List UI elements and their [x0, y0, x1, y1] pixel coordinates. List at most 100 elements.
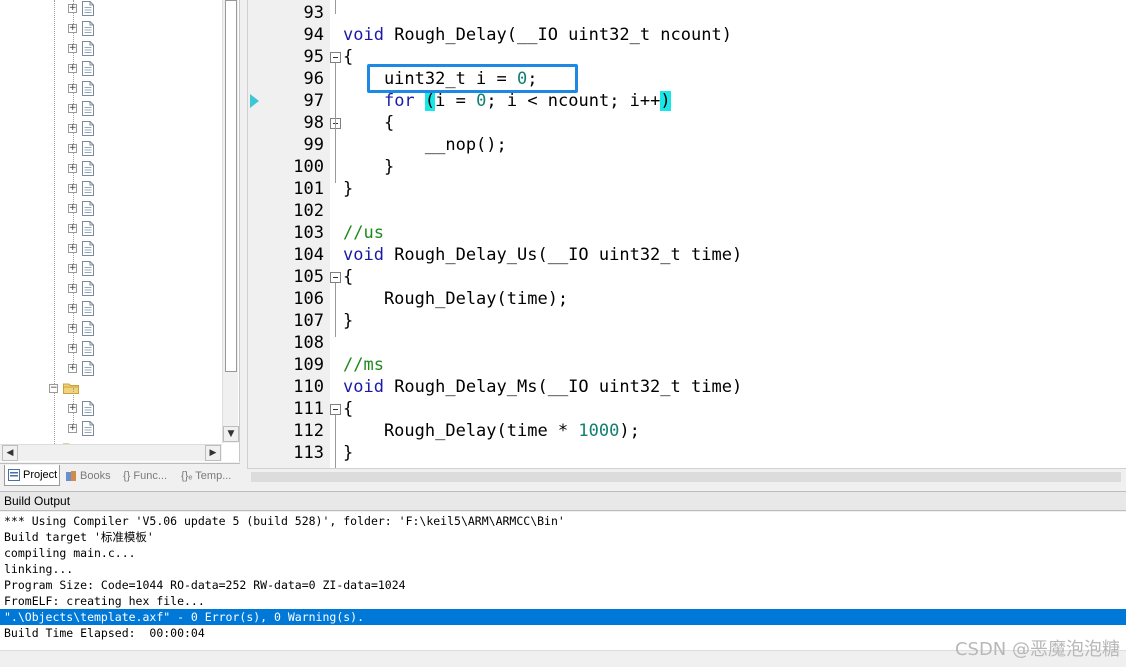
expand-icon[interactable]: + [68, 223, 77, 233]
code-text: } [343, 178, 353, 200]
line-number: 93 [303, 3, 324, 23]
scroll-right-icon[interactable]: ▶ [205, 445, 221, 461]
tree-vertical-scrollbar[interactable]: ▼ [222, 0, 239, 443]
code-line[interactable]: 108 [248, 332, 1126, 354]
code-line[interactable]: 105 { [248, 266, 1126, 288]
code-line[interactable]: 109 //ms [248, 354, 1126, 376]
code-line[interactable]: 100 } [248, 156, 1126, 178]
build-output-line[interactable]: linking... [0, 561, 1126, 577]
expand-icon[interactable]: + [68, 323, 77, 333]
code-line[interactable]: 104 void Rough_Delay_Us(__IO uint32_t tim… [248, 244, 1126, 266]
tree-file-item[interactable]: + [68, 178, 100, 198]
expand-icon[interactable]: + [68, 343, 77, 353]
tree-file-item[interactable]: + [68, 98, 100, 118]
c-file-icon [82, 220, 94, 236]
build-output-line[interactable]: compiling main.c... [0, 545, 1126, 561]
tree-file-item[interactable]: + [68, 78, 100, 98]
expand-icon[interactable]: + [68, 63, 77, 73]
tree-file-item[interactable]: + [68, 318, 100, 338]
tree-file-item[interactable]: + [68, 198, 100, 218]
tree-file-item[interactable]: + [68, 338, 100, 358]
scroll-left-icon[interactable]: ◀ [2, 445, 18, 461]
tree-file-item[interactable]: + [68, 118, 100, 138]
tree-file-item[interactable]: + [68, 358, 100, 378]
expand-icon[interactable]: + [68, 283, 77, 293]
fold-collapse-icon[interactable] [330, 52, 341, 63]
code-line[interactable]: 113} [248, 442, 1126, 464]
build-output-line[interactable]: FromELF: creating hex file... [0, 593, 1126, 609]
code-line[interactable]: 101} [248, 178, 1126, 200]
fold-guide [335, 63, 336, 183]
tree-file-item[interactable]: + [68, 218, 100, 238]
code-line[interactable]: 112 Rough_Delay(time * 1000); [248, 420, 1126, 442]
expand-icon[interactable]: + [68, 183, 77, 193]
code-line[interactable]: 103 //us [248, 222, 1126, 244]
code-line[interactable]: 98 { [248, 112, 1126, 134]
c-file-icon [82, 120, 94, 136]
collapse-icon[interactable]: − [49, 383, 58, 393]
expand-icon[interactable]: + [68, 123, 77, 133]
line-number: 95 [303, 47, 324, 67]
code-token: { [343, 47, 354, 67]
c-file-icon [82, 280, 94, 296]
tree-horizontal-scrollbar[interactable]: ◀ ▶ [0, 444, 222, 461]
build-output-line[interactable]: Program Size: Code=1044 RO-data=252 RW-d… [0, 577, 1126, 593]
expand-icon[interactable]: + [68, 103, 77, 113]
code-line[interactable]: 107} [248, 310, 1126, 332]
tree-file-item[interactable]: + [68, 158, 100, 178]
tree-file-item[interactable]: + [68, 18, 100, 38]
editor-horizontal-scrollbar[interactable] [247, 468, 1126, 485]
code-token: { [343, 267, 354, 287]
fold-collapse-icon[interactable] [330, 404, 341, 415]
code-line[interactable]: 106 Rough_Delay(time); [248, 288, 1126, 310]
expand-icon[interactable]: + [68, 3, 77, 13]
tree-file-item[interactable]: + [68, 238, 100, 258]
code-line[interactable]: 93 [248, 2, 1126, 24]
build-output-line[interactable]: Build target '标准模板' [0, 529, 1126, 545]
expand-icon[interactable]: + [68, 263, 77, 273]
expand-icon[interactable]: + [68, 303, 77, 313]
tree-file-item[interactable]: + [68, 258, 100, 278]
tree-file-item[interactable]: + [68, 418, 100, 438]
tab-templates-label: {}ₑ Temp... [181, 469, 232, 482]
expand-icon[interactable]: + [68, 243, 77, 253]
code-text: { [343, 398, 353, 420]
tree-file-item[interactable]: + [68, 138, 100, 158]
build-output-line[interactable]: *** Using Compiler 'V5.06 update 5 (buil… [0, 513, 1126, 529]
code-line[interactable]: 94 void Rough_Delay(__IO uint32_t ncount) [248, 24, 1126, 46]
code-token: Rough_Delay(time); [343, 289, 569, 309]
line-number: 98 [303, 113, 324, 133]
expand-icon[interactable]: + [68, 83, 77, 93]
expand-icon[interactable]: + [68, 423, 77, 433]
tab-project[interactable]: Project [4, 465, 60, 486]
expand-icon[interactable]: + [68, 143, 77, 153]
tree-file-item[interactable]: + [68, 398, 100, 418]
tab-functions[interactable]: {} Func... [120, 465, 176, 486]
expand-icon[interactable]: + [68, 403, 77, 413]
tree-file-item[interactable]: + [68, 0, 100, 18]
tree-file-item[interactable]: + [68, 298, 100, 318]
tree-file-item[interactable]: + [68, 278, 100, 298]
code-line[interactable]: 99 __nop(); [248, 134, 1126, 156]
code-line[interactable]: 110 void Rough_Delay_Ms(__IO uint32_t tim… [248, 376, 1126, 398]
tab-books[interactable]: Books [62, 465, 118, 486]
fold-collapse-icon[interactable] [330, 272, 341, 283]
c-file-icon [82, 20, 94, 36]
editor-hscroll-thumb[interactable] [251, 472, 1121, 482]
tree-file-item[interactable]: + [68, 38, 100, 58]
tree-group-user[interactable]: − [49, 378, 84, 398]
scroll-down-icon[interactable]: ▼ [223, 426, 239, 442]
line-number: 97 [303, 91, 324, 111]
expand-icon[interactable]: + [68, 163, 77, 173]
code-line[interactable]: 111 { [248, 398, 1126, 420]
expand-icon[interactable]: + [68, 23, 77, 33]
build-output-line[interactable]: ".\Objects\template.axf" - 0 Error(s), 0… [0, 609, 1126, 625]
code-line[interactable]: 97 for (i = 0; i < ncount; i++) [248, 90, 1126, 112]
code-line[interactable]: 102 [248, 200, 1126, 222]
expand-icon[interactable]: + [68, 203, 77, 213]
expand-icon[interactable]: + [68, 363, 77, 373]
tab-templates[interactable]: {}ₑ Temp... [178, 465, 238, 486]
expand-icon[interactable]: + [68, 43, 77, 53]
tree-file-item[interactable]: + [68, 58, 100, 78]
tree-vscroll-thumb[interactable] [225, 0, 237, 372]
